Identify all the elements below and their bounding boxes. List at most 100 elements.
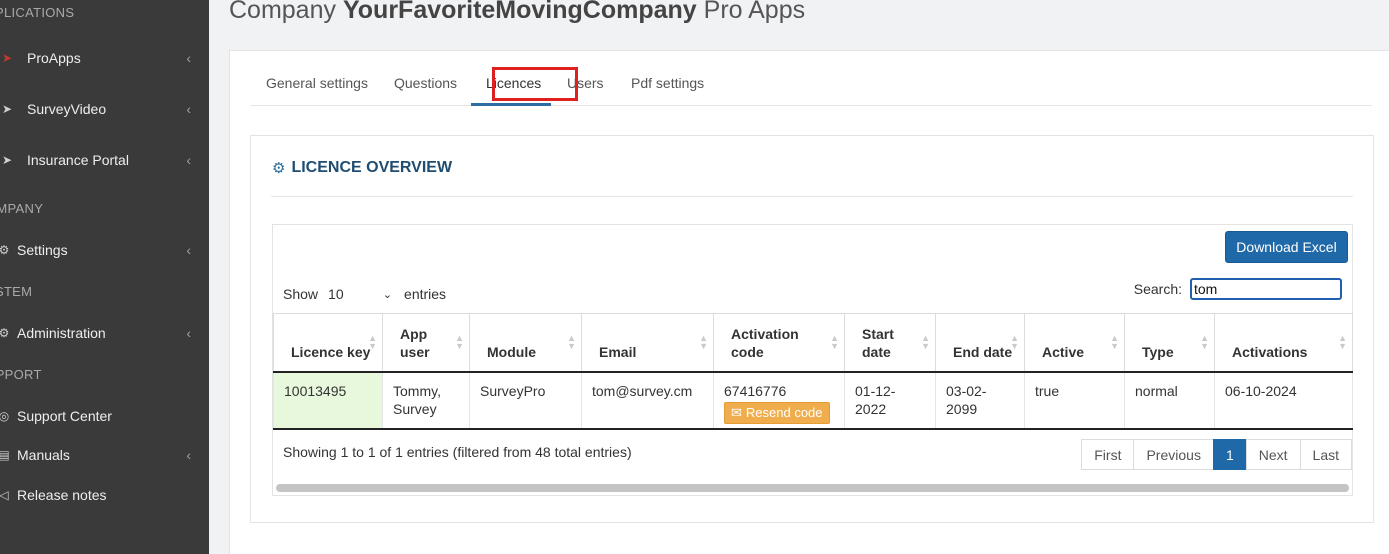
support-icon: ◎ (0, 409, 10, 423)
chevron-left-icon: ‹ (186, 447, 191, 463)
cell-active: true (1024, 371, 1125, 430)
sidebar: PPLICATIONS ➤ ProApps ‹ ➤ SurveyVideo ‹ … (0, 0, 209, 554)
column-header-label: Licence key (291, 343, 371, 360)
sidebar-item-manuals[interactable]: ▤ Manuals ‹ (0, 440, 209, 470)
column-header-label: Module (487, 343, 536, 360)
licence-table: Licence key ▲ ▼ App user ▲ ▼ Module ▲ ▼ Email ▲… (273, 313, 1353, 430)
chevron-left-icon: ‹ (186, 50, 191, 66)
column-header[interactable]: Licence key ▲ ▼ (273, 313, 383, 373)
company-name: YourFavoriteMovingCompany (342, 0, 697, 24)
column-header-label: App user (400, 325, 430, 360)
cell-licence-key: 10013495 (273, 371, 383, 430)
sort-icon: ▲ ▼ (921, 333, 930, 352)
download-excel-button[interactable]: Download Excel (1225, 231, 1348, 263)
tab-pdf-settings[interactable]: Pdf settings (631, 75, 704, 91)
sidebar-section-applications: PPLICATIONS (0, 5, 75, 20)
pagination-last[interactable]: Last (1299, 439, 1352, 470)
main-card: General settings Questions Licences User… (229, 50, 1389, 554)
cell-end-date: 03-02-2099 (935, 371, 1025, 430)
column-header-label: Activations (1232, 343, 1308, 360)
megaphone-icon: ◁ (0, 488, 9, 502)
show-entries: Show 10 ⌄ entries (283, 283, 446, 305)
sort-icon: ▲ ▼ (455, 333, 464, 352)
pagination-next[interactable]: Next (1245, 439, 1301, 470)
page-title: Company YourFavoriteMovingCompany Pro Ap… (229, 0, 805, 25)
column-header[interactable]: Activations ▲ ▼ (1214, 313, 1353, 373)
chevron-left-icon: ‹ (186, 325, 191, 341)
highlight-box (492, 67, 578, 101)
tab-questions[interactable]: Questions (394, 75, 457, 91)
sidebar-item-proapps[interactable]: ➤ ProApps ‹ (0, 43, 209, 73)
column-header[interactable]: Type ▲ ▼ (1124, 313, 1215, 373)
cell-module: SurveyPro (469, 371, 582, 430)
licence-table-wrapper: Download Excel Show 10 ⌄ entries Search: (272, 224, 1353, 496)
sidebar-item-administration[interactable]: ⚙ Administration ‹ (0, 318, 209, 348)
sidebar-item-label: Settings (17, 242, 68, 258)
title-suffix: Pro Apps (703, 0, 806, 24)
title-prefix: Company (229, 0, 336, 24)
cell-app-user: Tommy, Survey (382, 371, 470, 430)
entries-select-value: 10 (328, 286, 344, 302)
pagination-previous[interactable]: Previous (1133, 439, 1214, 470)
divider (271, 196, 1353, 197)
sort-icon: ▲ ▼ (1200, 333, 1209, 352)
column-header-label: Type (1142, 343, 1174, 360)
search: Search: (1134, 278, 1342, 300)
search-input[interactable] (1190, 278, 1342, 300)
sidebar-section-support: UPPORT (0, 367, 42, 382)
gear-icon: ⚙ (272, 160, 286, 177)
resend-code-label: Resend code (745, 404, 823, 420)
book-icon: ▤ (0, 448, 10, 462)
sort-icon: ▲ ▼ (1338, 333, 1347, 352)
sidebar-item-label: Release notes (17, 487, 107, 503)
column-header[interactable]: App user ▲ ▼ (382, 313, 470, 373)
sidebar-item-settings[interactable]: ⚙ Settings ‹ (0, 235, 209, 265)
chevron-down-icon: ⌄ (382, 288, 393, 301)
horizontal-scrollbar[interactable] (276, 484, 1349, 492)
resend-code-button[interactable]: ✉ Resend code (724, 401, 830, 424)
pagination-page-1[interactable]: 1 (1212, 439, 1247, 470)
pagination: First Previous 1 Next Last (1081, 439, 1352, 470)
cell-type: normal (1124, 371, 1215, 430)
cell-email: tom@survey.cm (581, 371, 714, 430)
entries-select[interactable]: 10 ⌄ (326, 283, 394, 305)
sort-icon: ▲ ▼ (1110, 333, 1119, 352)
arrow-right-icon: ➤ (1, 102, 13, 116)
sort-icon: ▲ ▼ (830, 333, 839, 352)
column-header-label: Active (1042, 343, 1085, 360)
column-header[interactable]: Activation code ▲ ▼ (713, 313, 845, 373)
sort-icon: ▲ ▼ (368, 333, 377, 352)
table-header-row: Licence key ▲ ▼ App user ▲ ▼ Module ▲ ▼ Email ▲… (273, 313, 1353, 373)
column-header-label: Email (599, 343, 637, 360)
sidebar-item-surveyvideo[interactable]: ➤ SurveyVideo ‹ (0, 94, 209, 124)
cell-activation-code: 67416776 ✉ Resend code (713, 371, 845, 430)
cell-start-date: 01-12-2022 (844, 371, 936, 430)
sort-icon: ▲ ▼ (699, 333, 708, 352)
column-header[interactable]: Active ▲ ▼ (1024, 313, 1125, 373)
gear-icon: ⚙ (0, 243, 10, 257)
column-header-label: Activation code (731, 325, 799, 360)
column-header[interactable]: Module ▲ ▼ (469, 313, 582, 373)
sidebar-item-insurance-portal[interactable]: ➤ Insurance Portal ‹ (0, 145, 209, 175)
tab-general-settings[interactable]: General settings (266, 75, 368, 91)
cell-activations: 06-10-2024 (1214, 371, 1353, 430)
sidebar-item-label: SurveyVideo (27, 101, 107, 117)
sidebar-section-company: OMPANY (0, 201, 44, 216)
activation-code-value: 67416776 (724, 382, 787, 399)
licence-overview-panel: ⚙ LICENCE OVERVIEW Download Excel Show 1… (250, 135, 1374, 523)
chevron-left-icon: ‹ (186, 242, 191, 258)
sidebar-item-label: ProApps (27, 50, 81, 66)
sidebar-item-label: Insurance Portal (27, 152, 129, 168)
envelope-icon: ✉ (731, 404, 742, 420)
column-header[interactable]: Start date ▲ ▼ (844, 313, 936, 373)
tab-bar: General settings Questions Licences User… (250, 51, 1372, 106)
sidebar-item-label: Manuals (17, 447, 70, 463)
sidebar-item-label: Administration (17, 325, 106, 341)
column-header[interactable]: End date ▲ ▼ (935, 313, 1025, 373)
column-header[interactable]: Email ▲ ▼ (581, 313, 714, 373)
column-header-label: End date (953, 343, 1013, 360)
sidebar-item-support-center[interactable]: ◎ Support Center (0, 401, 209, 431)
pagination-first[interactable]: First (1081, 439, 1135, 470)
sidebar-item-label: Support Center (17, 408, 112, 424)
sidebar-item-release-notes[interactable]: ◁ Release notes (0, 480, 209, 510)
